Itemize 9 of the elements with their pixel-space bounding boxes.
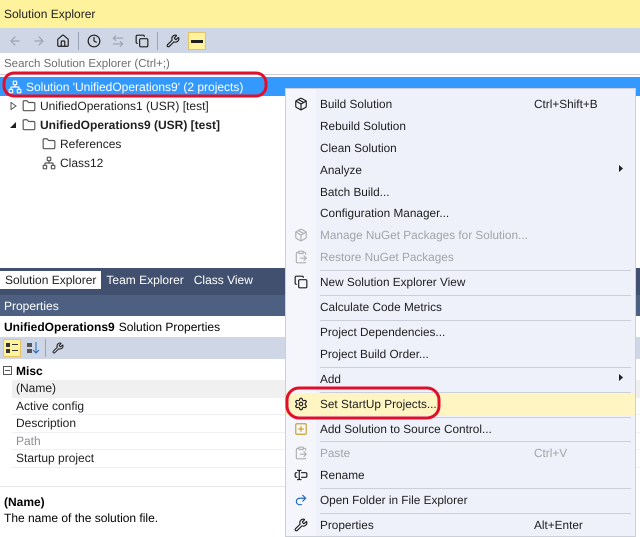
shortcut-text: Alt+Enter [534, 518, 584, 532]
description-text: The name of the solution file. [4, 510, 158, 524]
shortcut-text: Ctrl+Shift+B [534, 96, 599, 111]
shortcut-text: Ctrl+V [534, 446, 568, 460]
object-type: Solution Properties [118, 320, 220, 334]
description-title: (Name) [4, 494, 45, 508]
object-name: UnifiedOperations9 [4, 320, 115, 334]
category-label: Misc [16, 364, 43, 378]
window-title: Solution Explorer [0, 0, 640, 28]
